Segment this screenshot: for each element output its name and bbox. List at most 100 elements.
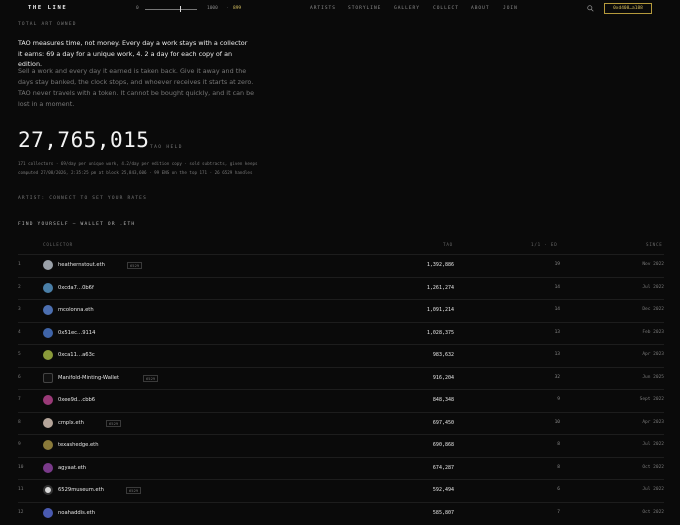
wallet-button[interactable]: 0xd408…a188 bbox=[604, 3, 652, 14]
stats-line-1: 171 collectors · 69/day per unique work,… bbox=[18, 161, 258, 166]
row-rank: 7 bbox=[18, 397, 21, 402]
avatar bbox=[43, 508, 53, 518]
handle-badge: 6529 bbox=[106, 420, 122, 427]
collector-name[interactable]: texashedge.eth bbox=[58, 442, 99, 448]
collector-name[interactable]: cmplx.eth bbox=[58, 420, 84, 426]
row-since: Jul 2022 bbox=[642, 285, 664, 290]
table-row[interactable]: 3 mcolonna.eth 1,091,214 14 Dec 2022 bbox=[18, 299, 664, 322]
row-rank: 6 bbox=[18, 375, 21, 380]
row-days: 6 bbox=[557, 487, 560, 492]
intro-lead: TAO measures time, not money. Every day … bbox=[18, 39, 248, 68]
table-row[interactable]: 11 6529museum.eth 6529 592,494 6 Jul 202… bbox=[18, 479, 664, 502]
row-rank: 2 bbox=[18, 285, 21, 290]
row-days: 8 bbox=[557, 442, 560, 447]
nav-gallery[interactable]: GALLERY bbox=[394, 6, 420, 11]
intro-paragraph: Sell a work and every day it earned is t… bbox=[18, 67, 255, 108]
row-days: 8 bbox=[557, 465, 560, 470]
row-since: Oct 2022 bbox=[642, 465, 664, 470]
avatar bbox=[43, 260, 53, 270]
header-since[interactable]: SINCE bbox=[646, 242, 663, 247]
nav-artists[interactable]: ARTISTS bbox=[310, 6, 336, 11]
row-days: 14 bbox=[554, 285, 560, 290]
search-icon[interactable] bbox=[587, 5, 594, 12]
row-rank: 1 bbox=[18, 262, 21, 267]
year-slider-handle[interactable] bbox=[180, 6, 181, 12]
row-days: 14 bbox=[554, 307, 560, 312]
row-since: Dec 2022 bbox=[642, 307, 664, 312]
table-row[interactable]: 8 cmplx.eth 6529 697,450 10 Apr 2023 bbox=[18, 412, 664, 435]
header-days[interactable]: 1/1 · ED bbox=[531, 242, 558, 247]
nav-collect[interactable]: COLLECT bbox=[433, 6, 459, 11]
handle-badge: 6529 bbox=[127, 262, 143, 269]
row-rank: 5 bbox=[18, 352, 21, 357]
avatar bbox=[43, 418, 53, 428]
collector-name[interactable]: heathernstout.eth bbox=[58, 262, 105, 268]
avatar bbox=[43, 328, 53, 338]
handle-badge: 6529 bbox=[143, 375, 159, 382]
row-days: 32 bbox=[554, 375, 560, 380]
year-slider-track[interactable] bbox=[145, 9, 197, 10]
collector-name[interactable]: 0xcda7…0b6f bbox=[58, 285, 94, 291]
table-row[interactable]: 10 agyaat.eth 674,287 8 Oct 2022 bbox=[18, 457, 664, 480]
header-collector[interactable]: COLLECTOR bbox=[43, 242, 73, 247]
stats-line-2: computed 27/08/2026, 2:35:25 pm at block… bbox=[18, 170, 253, 175]
row-rank: 11 bbox=[18, 487, 24, 492]
row-tao: 848,348 bbox=[432, 397, 454, 403]
brand-logo[interactable]: THE LINE bbox=[28, 5, 67, 11]
header-tao[interactable]: TAO bbox=[443, 242, 453, 247]
row-rank: 10 bbox=[18, 465, 24, 470]
row-tao: 585,807 bbox=[432, 510, 454, 516]
avatar bbox=[43, 463, 53, 473]
row-rank: 4 bbox=[18, 330, 21, 335]
row-rank: 3 bbox=[18, 307, 21, 312]
row-since: Apr 2023 bbox=[642, 420, 664, 425]
avatar bbox=[43, 373, 53, 383]
collector-name[interactable]: 0xee9d…cbb6 bbox=[58, 397, 95, 403]
table-row[interactable]: 5 0xca11…a63c 983,632 13 Apr 2023 bbox=[18, 344, 664, 367]
collector-name[interactable]: Manifold-Minting-Wallet bbox=[58, 375, 119, 381]
row-since: Jul 2022 bbox=[642, 487, 664, 492]
table-row[interactable]: 1 heathernstout.eth 6529 1,392,886 19 No… bbox=[18, 254, 664, 277]
row-tao: 1,028,375 bbox=[426, 330, 454, 336]
avatar bbox=[43, 485, 53, 495]
row-tao: 983,632 bbox=[432, 352, 454, 358]
row-days: 9 bbox=[557, 397, 560, 402]
top-nav: THE LINE 0 1000 · 899 ARTISTS STORYLINE … bbox=[0, 0, 680, 20]
total-unit: TAO HELD bbox=[150, 145, 183, 150]
collector-name[interactable]: agyaat.eth bbox=[58, 465, 86, 471]
handle-badge: 6529 bbox=[126, 487, 142, 494]
nav-about[interactable]: ABOUT bbox=[471, 6, 490, 11]
row-tao: 697,450 bbox=[432, 420, 454, 426]
table-row[interactable]: 9 texashedge.eth 690,868 8 Jul 2022 bbox=[18, 434, 664, 457]
row-days: 10 bbox=[554, 420, 560, 425]
collector-name[interactable]: 6529museum.eth bbox=[58, 487, 104, 493]
nav-join[interactable]: JOIN bbox=[503, 6, 518, 11]
collector-name[interactable]: noahaddis.eth bbox=[58, 510, 95, 516]
collector-name[interactable]: mcolonna.eth bbox=[58, 307, 94, 313]
row-rank: 9 bbox=[18, 442, 21, 447]
row-since: Feb 2023 bbox=[642, 330, 664, 335]
row-days: 7 bbox=[557, 510, 560, 515]
row-rank: 12 bbox=[18, 510, 24, 515]
table-row[interactable]: 7 0xee9d…cbb6 848,348 9 Sept 2022 bbox=[18, 389, 664, 412]
nav-storyline[interactable]: STORYLINE bbox=[348, 6, 381, 11]
artist-connect-prompt[interactable]: ARTIST: CONNECT TO SET YOUR RATES bbox=[18, 196, 147, 201]
total-tao: 27,765,015 bbox=[18, 128, 150, 152]
row-days: 19 bbox=[554, 262, 560, 267]
table-row[interactable]: 4 0x51ec…9114 1,028,375 13 Feb 2023 bbox=[18, 322, 664, 345]
find-yourself-prompt[interactable]: FIND YOURSELF — WALLET OR .ETH bbox=[18, 222, 135, 227]
table-row[interactable]: 12 noahaddis.eth 585,807 7 Oct 2022 bbox=[18, 502, 664, 525]
avatar bbox=[43, 350, 53, 360]
table-row[interactable]: 6 Manifold-Minting-Wallet 6529 916,204 3… bbox=[18, 367, 664, 390]
collector-name[interactable]: 0xca11…a63c bbox=[58, 352, 95, 358]
row-since: Apr 2023 bbox=[642, 352, 664, 357]
row-tao: 592,494 bbox=[432, 487, 454, 493]
row-since: Jun 2025 bbox=[642, 375, 664, 380]
row-rank: 8 bbox=[18, 420, 21, 425]
table-row[interactable]: 2 0xcda7…0b6f 1,261,274 14 Jul 2022 bbox=[18, 277, 664, 300]
collector-name[interactable]: 0x51ec…9114 bbox=[58, 330, 95, 336]
slider-separator: · bbox=[226, 6, 229, 11]
row-since: Nov 2022 bbox=[642, 262, 664, 267]
row-tao: 1,392,886 bbox=[426, 262, 454, 268]
row-since: Oct 2022 bbox=[642, 510, 664, 515]
